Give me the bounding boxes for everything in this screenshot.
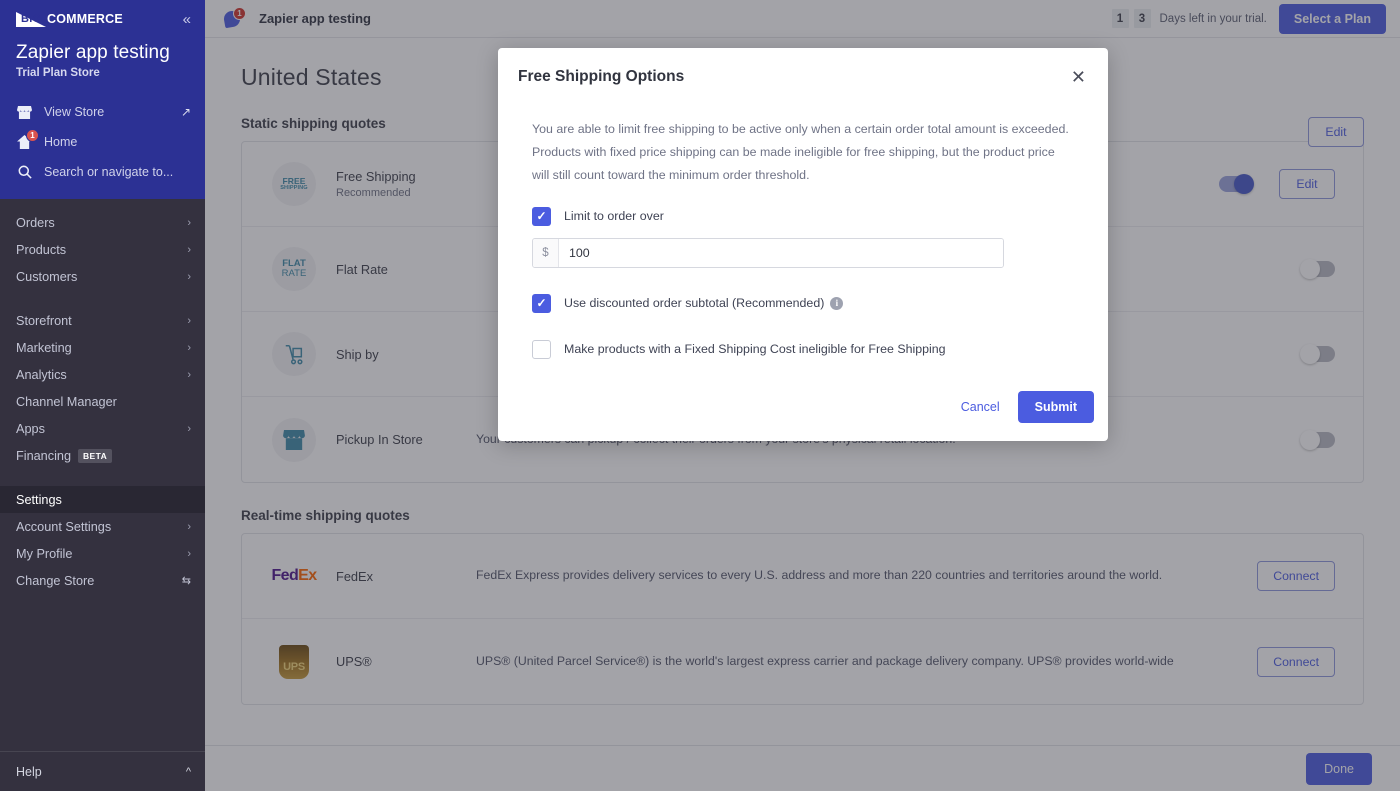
sidebar-item-view-store[interactable]: View Store ↗ (0, 97, 205, 127)
external-link-icon: ↗ (181, 105, 191, 119)
sidebar-item-home[interactable]: 1 Home (0, 127, 205, 157)
app-root: BIG COMMERCE « Zapier app testing Trial … (0, 0, 1400, 791)
close-icon[interactable]: ✕ (1071, 68, 1086, 86)
collapse-sidebar-icon[interactable]: « (183, 12, 191, 27)
sidebar-item-orders[interactable]: Orders › (0, 209, 205, 236)
chevron-right-icon: › (187, 244, 191, 256)
sidebar-item-label: Channel Manager (16, 395, 117, 409)
home-icon: 1 (16, 135, 33, 149)
sidebar-item-label: My Profile (16, 547, 72, 561)
fixed-cost-ineligible-checkbox[interactable] (532, 340, 551, 359)
modal-title: Free Shipping Options (518, 68, 684, 86)
sidebar-item-label: Account Settings (16, 520, 111, 534)
sidebar-item-channel-manager[interactable]: Channel Manager (0, 388, 205, 415)
sidebar-item-label: Change Store (16, 574, 94, 588)
sidebar-item-label: Home (44, 135, 191, 149)
modal-footer: Cancel Submit (498, 369, 1108, 441)
sidebar-quick-links: View Store ↗ 1 Home Search or navigate t… (0, 97, 205, 199)
storefront-icon (16, 106, 33, 119)
chevron-up-icon: ^ (186, 766, 191, 778)
chevron-right-icon: › (187, 521, 191, 533)
sidebar-item-label: Orders (16, 216, 55, 230)
bigcommerce-logo: BIG COMMERCE (16, 12, 123, 27)
modal-description: You are able to limit free shipping to b… (532, 118, 1074, 187)
sidebar-item-label: Apps (16, 422, 45, 436)
search-input[interactable]: Search or navigate to... (0, 157, 205, 187)
logo-big-text: BIG (21, 13, 41, 25)
chevron-right-icon: › (187, 217, 191, 229)
currency-symbol: $ (533, 239, 559, 267)
sidebar-item-label: Customers (16, 270, 77, 284)
sidebar-item-settings[interactable]: Settings (0, 486, 205, 513)
sidebar-item-label: Products (16, 243, 66, 257)
chevron-right-icon: › (187, 315, 191, 327)
sidebar: BIG COMMERCE « Zapier app testing Trial … (0, 0, 205, 791)
limit-to-order-over-label: Limit to order over (564, 209, 664, 223)
sidebar-item-my-profile[interactable]: My Profile › (0, 540, 205, 567)
use-discounted-subtotal-checkbox[interactable] (532, 294, 551, 313)
limit-to-order-over-row: Limit to order over (532, 207, 1074, 226)
chevron-right-icon: › (187, 548, 191, 560)
store-name: Zapier app testing (16, 42, 189, 64)
sidebar-nav: Orders › Products › Customers › Storefro… (0, 199, 205, 751)
sidebar-item-marketing[interactable]: Marketing › (0, 334, 205, 361)
sidebar-item-change-store[interactable]: Change Store ⇆ (0, 567, 205, 594)
nav-divider (0, 290, 205, 307)
use-discounted-subtotal-row: Use discounted order subtotal (Recommend… (532, 294, 1074, 313)
modal-body: You are able to limit free shipping to b… (498, 90, 1108, 369)
logo-wordmark: COMMERCE (47, 12, 123, 26)
sidebar-item-products[interactable]: Products › (0, 236, 205, 263)
cancel-button[interactable]: Cancel (961, 400, 1000, 414)
free-shipping-options-modal: Free Shipping Options ✕ You are able to … (498, 48, 1108, 441)
sidebar-item-customers[interactable]: Customers › (0, 263, 205, 290)
amount-input-wrap: $ (532, 238, 1004, 268)
sidebar-item-label: Financing (16, 449, 71, 463)
chevron-right-icon: › (187, 342, 191, 354)
checkbox-text: Use discounted order subtotal (Recommend… (564, 296, 824, 310)
sidebar-item-financing[interactable]: Financing BETA (0, 442, 205, 469)
amount-input[interactable] (559, 239, 1003, 267)
chevron-right-icon: › (187, 271, 191, 283)
info-icon[interactable]: i (830, 297, 843, 310)
search-icon (16, 165, 33, 179)
sidebar-logo-bar: BIG COMMERCE « (0, 0, 205, 38)
limit-to-order-over-checkbox[interactable] (532, 207, 551, 226)
sidebar-item-analytics[interactable]: Analytics › (0, 361, 205, 388)
help-label: Help (16, 765, 42, 779)
sidebar-help[interactable]: Help ^ (0, 751, 205, 791)
sidebar-item-storefront[interactable]: Storefront › (0, 307, 205, 334)
sidebar-item-apps[interactable]: Apps › (0, 415, 205, 442)
fixed-cost-ineligible-label: Make products with a Fixed Shipping Cost… (564, 342, 946, 356)
swap-arrows-icon: ⇆ (182, 574, 191, 587)
search-placeholder: Search or navigate to... (44, 165, 191, 179)
chevron-right-icon: › (187, 423, 191, 435)
home-badge: 1 (26, 129, 39, 142)
sidebar-item-label: View Store (44, 105, 170, 119)
sidebar-item-label: Settings (16, 493, 62, 507)
beta-badge: BETA (78, 449, 112, 463)
sidebar-item-label: Marketing (16, 341, 72, 355)
use-discounted-subtotal-label: Use discounted order subtotal (Recommend… (564, 296, 843, 310)
logo-mark-icon: BIG (16, 12, 46, 27)
sidebar-item-account-settings[interactable]: Account Settings › (0, 513, 205, 540)
store-info: Zapier app testing Trial Plan Store (0, 38, 205, 97)
nav-divider (0, 469, 205, 486)
store-plan: Trial Plan Store (16, 67, 189, 79)
sidebar-header: BIG COMMERCE « Zapier app testing Trial … (0, 0, 205, 199)
modal-header: Free Shipping Options ✕ (498, 48, 1108, 90)
sidebar-item-label: Storefront (16, 314, 72, 328)
chevron-right-icon: › (187, 369, 191, 381)
sidebar-item-label: Analytics (16, 368, 67, 382)
fixed-cost-ineligible-row: Make products with a Fixed Shipping Cost… (532, 340, 1074, 359)
submit-button[interactable]: Submit (1018, 391, 1094, 423)
